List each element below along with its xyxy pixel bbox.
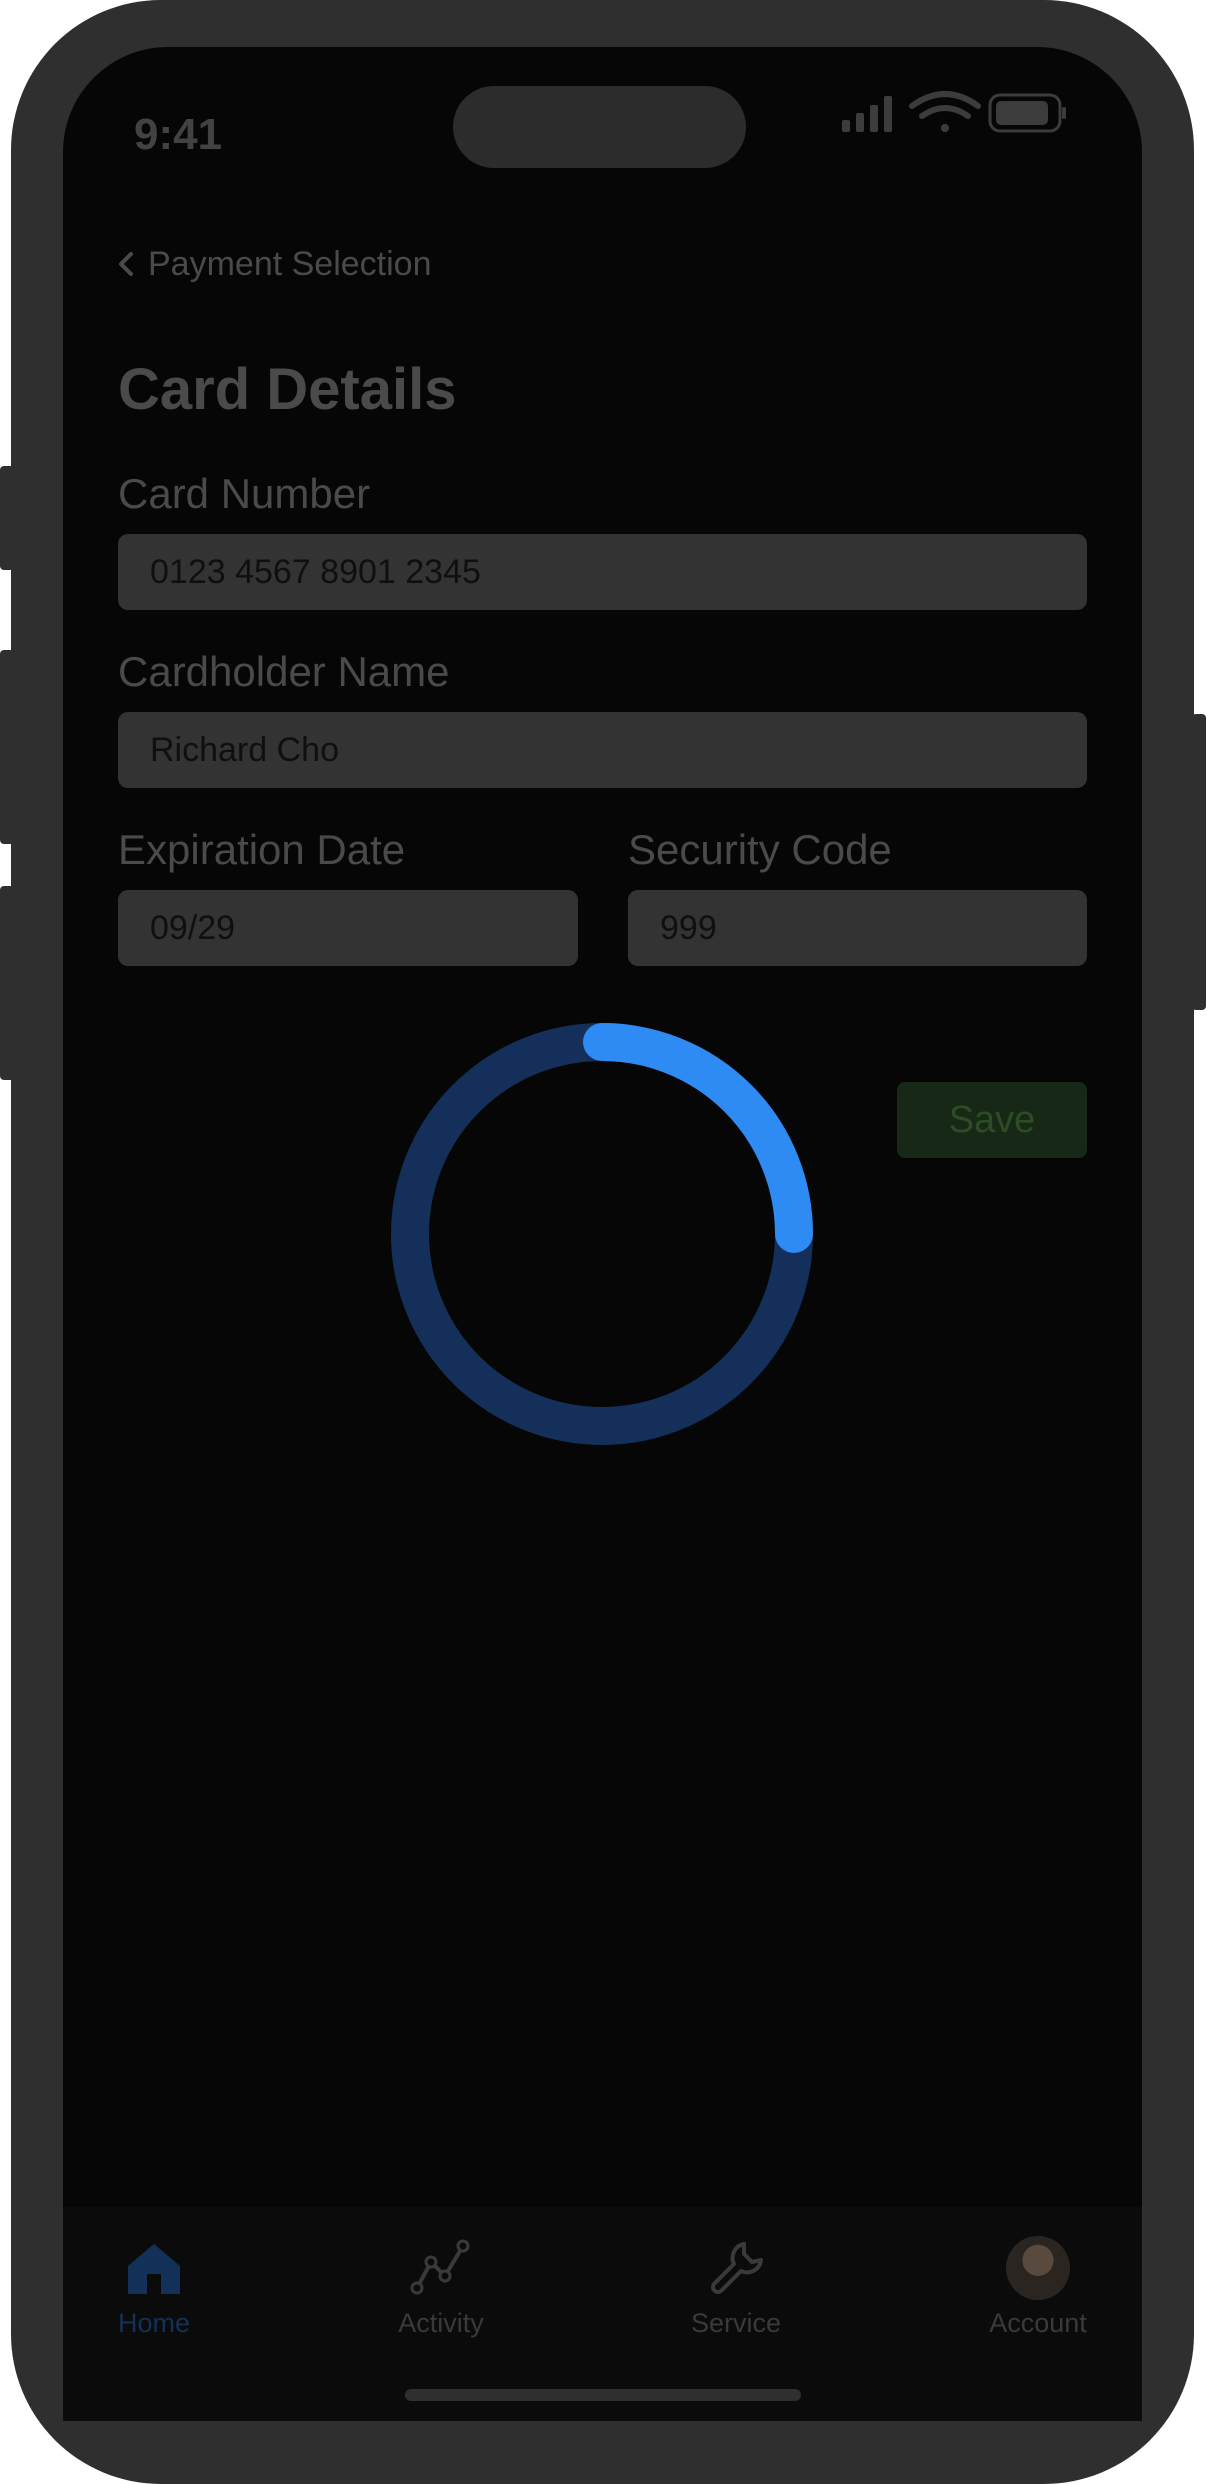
status-time: 9:41 bbox=[134, 110, 223, 159]
avatar bbox=[1006, 2236, 1070, 2300]
cellular-signal-icon bbox=[842, 96, 892, 132]
save-button[interactable]: Save bbox=[897, 1082, 1087, 1158]
battery-icon bbox=[988, 93, 1066, 133]
volume-down-button bbox=[0, 886, 14, 1080]
tab-account-label: Account bbox=[989, 2308, 1087, 2338]
cardholder-name-label: Cardholder Name bbox=[118, 648, 450, 695]
back-label: Payment Selection bbox=[148, 244, 432, 283]
tab-home-label: Home bbox=[117, 2308, 191, 2338]
volume-up-button bbox=[0, 650, 14, 844]
expiration-date-label: Expiration Date bbox=[118, 826, 406, 873]
home-icon bbox=[128, 2244, 180, 2294]
loading-spinner bbox=[391, 1023, 813, 1445]
chevron-left-icon bbox=[119, 252, 133, 276]
power-button bbox=[1192, 714, 1206, 1010]
security-code-label: Security Code bbox=[628, 826, 892, 873]
card-number-field[interactable]: 0123 4567 8901 2345 bbox=[118, 534, 1087, 610]
wifi-icon bbox=[909, 91, 981, 132]
back-button[interactable]: Payment Selection bbox=[118, 244, 432, 284]
page-title: Card Details bbox=[118, 357, 457, 422]
tab-home[interactable]: Home bbox=[74, 2236, 234, 2339]
status-icons bbox=[842, 91, 1066, 133]
tab-service-label: Service bbox=[690, 2308, 782, 2338]
activity-icon bbox=[410, 2239, 470, 2295]
card-number-label: Card Number bbox=[118, 470, 371, 517]
security-code-field[interactable]: 999 bbox=[628, 890, 1087, 966]
tab-activity[interactable]: Activity bbox=[361, 2236, 521, 2339]
tab-activity-label: Activity bbox=[398, 2308, 484, 2338]
tab-account[interactable]: Account bbox=[958, 2236, 1118, 2339]
spinner-progress-arc bbox=[583, 1023, 813, 1253]
tab-service[interactable]: Service bbox=[656, 2236, 816, 2339]
cardholder-name-field[interactable]: Richard Cho bbox=[118, 712, 1087, 788]
wrench-icon bbox=[711, 2242, 763, 2294]
expiration-date-field[interactable]: 09/29 bbox=[118, 890, 578, 966]
mute-switch bbox=[0, 466, 14, 570]
dynamic-island bbox=[453, 86, 746, 168]
home-indicator bbox=[405, 2389, 801, 2401]
